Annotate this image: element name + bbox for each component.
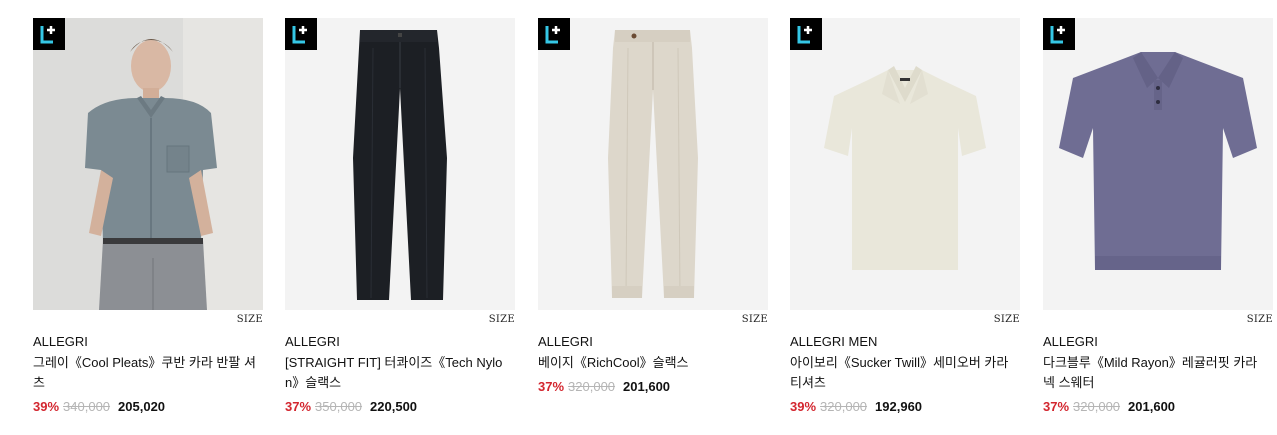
- sale-price: 192,960: [875, 399, 923, 414]
- product-name[interactable]: 다크블루《Mild Rayon》레귤러핏 카라넥 스웨터: [1043, 353, 1267, 393]
- price-row: 39% 340,000 205,020: [33, 398, 265, 416]
- lplus-badge-icon: [33, 18, 65, 50]
- original-price: 350,000: [315, 399, 363, 414]
- discount-rate: 39%: [33, 399, 60, 414]
- product-grid: SIZE ALLEGRI 그레이《Cool Pleats》쿠반 카라 반팔 셔츠…: [0, 0, 1277, 435]
- product-card[interactable]: SIZE ALLEGRI [STRAIGHT FIT] 터콰이즈《Tech Ny…: [285, 18, 515, 414]
- discount-rate: 37%: [1043, 399, 1070, 414]
- discount-rate: 39%: [790, 399, 817, 414]
- product-name[interactable]: 아이보리《Sucker Twill》세미오버 카라 티셔츠: [790, 353, 1014, 393]
- size-label[interactable]: SIZE: [994, 314, 1020, 325]
- price-row: 39% 320,000 192,960: [790, 398, 1022, 416]
- original-price: 320,000: [1073, 399, 1121, 414]
- price-row: 37% 320,000 201,600: [1043, 398, 1275, 416]
- brand-name: ALLEGRI: [538, 334, 593, 349]
- navy-polo-image: [1043, 18, 1273, 310]
- product-name[interactable]: [STRAIGHT FIT] 터콰이즈《Tech Nylon》슬랙스: [285, 353, 509, 393]
- lplus-badge-icon: [1043, 18, 1075, 50]
- lplus-badge-icon: [285, 18, 317, 50]
- original-price: 320,000: [568, 379, 616, 394]
- ivory-polo-image: [790, 18, 1020, 310]
- brand-name: ALLEGRI MEN: [790, 334, 878, 349]
- product-image[interactable]: [1043, 18, 1273, 310]
- price-row: 37% 350,000 220,500: [285, 398, 517, 416]
- sale-price: 205,020: [118, 399, 166, 414]
- size-label[interactable]: SIZE: [489, 314, 515, 325]
- product-image[interactable]: [33, 18, 263, 310]
- product-image[interactable]: [790, 18, 1020, 310]
- sale-price: 201,600: [623, 379, 671, 394]
- brand-name: ALLEGRI: [285, 334, 340, 349]
- price-row: 37% 320,000 201,600: [538, 378, 770, 396]
- black-slacks-image: [285, 18, 515, 310]
- original-price: 320,000: [820, 399, 868, 414]
- lplus-badge-icon: [538, 18, 570, 50]
- product-name[interactable]: 베이지《RichCool》슬랙스: [538, 353, 762, 373]
- product-card[interactable]: SIZE ALLEGRI 다크블루《Mild Rayon》레귤러핏 카라넥 스웨…: [1043, 18, 1273, 414]
- sale-price: 201,600: [1128, 399, 1176, 414]
- product-name[interactable]: 그레이《Cool Pleats》쿠반 카라 반팔 셔츠: [33, 353, 257, 393]
- discount-rate: 37%: [538, 379, 565, 394]
- product-card[interactable]: SIZE ALLEGRI 그레이《Cool Pleats》쿠반 카라 반팔 셔츠…: [33, 18, 263, 414]
- lplus-badge-icon: [790, 18, 822, 50]
- original-price: 340,000: [63, 399, 111, 414]
- product-card[interactable]: SIZE ALLEGRI MEN 아이보리《Sucker Twill》세미오버 …: [790, 18, 1020, 414]
- size-label[interactable]: SIZE: [1247, 314, 1273, 325]
- model-grey-shirt-image: [33, 18, 263, 310]
- size-label[interactable]: SIZE: [742, 314, 768, 325]
- discount-rate: 37%: [285, 399, 312, 414]
- product-image[interactable]: [538, 18, 768, 310]
- beige-slacks-image: [538, 18, 768, 310]
- product-image[interactable]: [285, 18, 515, 310]
- sale-price: 220,500: [370, 399, 418, 414]
- brand-name: ALLEGRI: [1043, 334, 1098, 349]
- brand-name: ALLEGRI: [33, 334, 88, 349]
- product-card[interactable]: SIZE ALLEGRI 베이지《RichCool》슬랙스 37% 320,000…: [538, 18, 768, 394]
- size-label[interactable]: SIZE: [237, 314, 263, 325]
